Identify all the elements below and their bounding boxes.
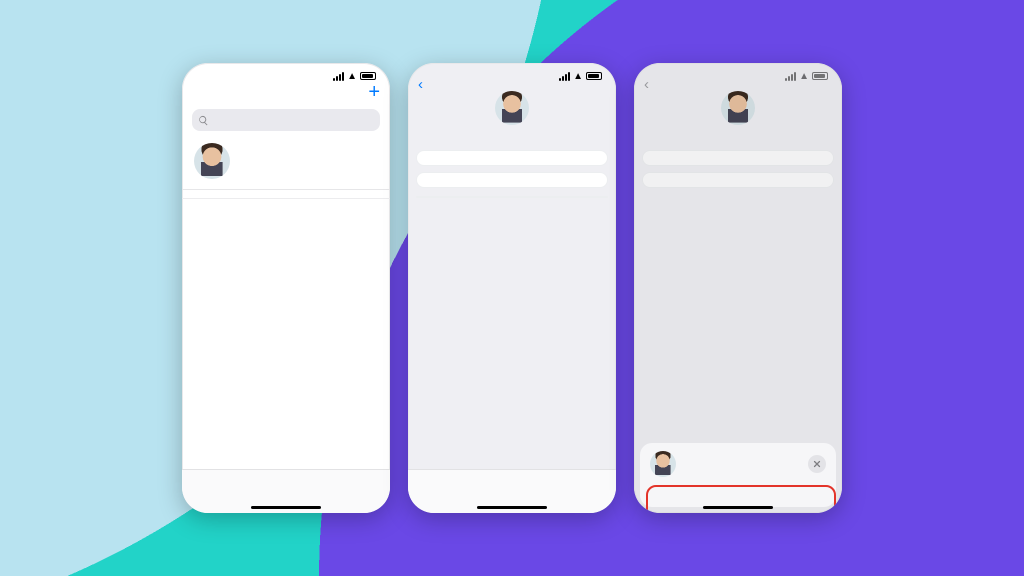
action-pills <box>408 134 616 144</box>
battery-icon <box>360 72 376 80</box>
search-input[interactable] <box>192 109 380 131</box>
home-indicator <box>703 506 773 509</box>
status-bar: ▲ <box>408 63 616 81</box>
share-sheet <box>640 443 836 507</box>
section-header <box>182 190 390 199</box>
sheet-avatar <box>650 451 676 477</box>
status-bar: ▲ <box>182 63 390 81</box>
contact-avatar <box>495 91 529 125</box>
search-icon <box>198 115 209 126</box>
share-apps-row <box>640 485 836 499</box>
action-links <box>416 196 608 198</box>
avatar <box>194 143 230 179</box>
home-field[interactable] <box>416 150 608 166</box>
phone-contact-detail: ▲ ‹ <box>408 63 616 513</box>
close-icon <box>812 459 822 469</box>
phone-contacts-list: ▲ + <box>182 63 390 513</box>
signal-icon <box>559 72 570 81</box>
home-indicator <box>251 506 321 509</box>
wifi-icon: ▲ <box>573 71 583 82</box>
close-button[interactable] <box>808 455 826 473</box>
home-indicator <box>477 506 547 509</box>
phone-share-sheet: ▲ ‹ <box>634 63 842 513</box>
wifi-icon: ▲ <box>347 71 357 82</box>
contact-header <box>408 89 616 134</box>
notes-field[interactable] <box>416 172 608 188</box>
signal-icon <box>333 72 344 81</box>
add-contact-button[interactable]: + <box>368 87 380 97</box>
my-card[interactable] <box>182 137 390 190</box>
contacts-list[interactable] <box>182 199 390 469</box>
page-title <box>182 97 390 107</box>
battery-icon <box>586 72 602 80</box>
